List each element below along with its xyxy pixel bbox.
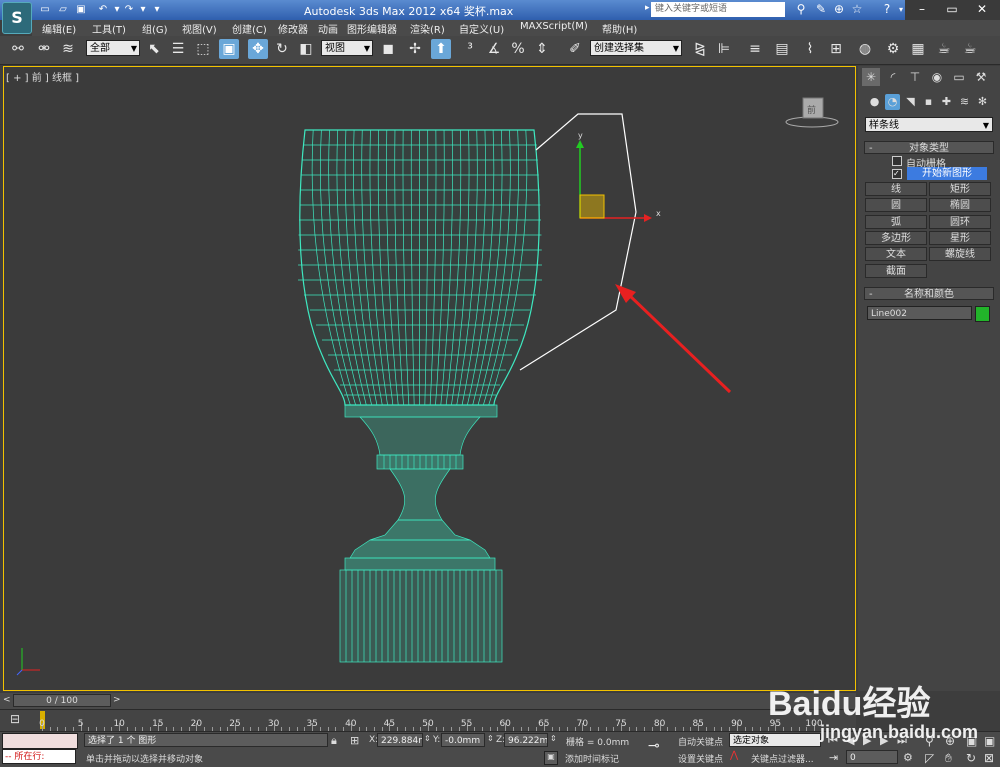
auto-key-button[interactable]: 自动关键点 <box>678 735 723 748</box>
time-slider-track[interactable] <box>0 693 856 709</box>
x-spinner-icon[interactable]: ⇕ <box>424 734 431 743</box>
helix-button[interactable]: 螺旋线 <box>929 247 991 261</box>
trackbar-tick-label: 0 <box>39 719 45 729</box>
add-time-tag[interactable]: 添加时间标记 <box>565 752 619 765</box>
trackbar-tick-label: 40 <box>345 719 357 729</box>
trackbar-tick-label: 25 <box>229 719 241 729</box>
transform-mode-icon[interactable]: ⊞ <box>350 734 359 747</box>
maxscript-mini-listener[interactable]: -- 所在行: <box>2 749 76 764</box>
chevron-down-icon: ▼ <box>982 121 989 130</box>
trackbar-tick-label: 45 <box>383 719 396 729</box>
trackbar-tick-label: 20 <box>190 719 203 729</box>
viewcube-label: 前 <box>807 106 817 116</box>
key-mode-dropdown[interactable]: 选定对象 <box>729 733 821 747</box>
lights-icon[interactable]: ◥ <box>903 94 918 110</box>
trackbar-tick-label: 55 <box>460 719 473 729</box>
field-of-view-icon[interactable]: ◸ <box>925 751 934 765</box>
trackbar-tick-label: 50 <box>422 719 434 729</box>
ellipse-button[interactable]: 椭圆 <box>929 198 991 212</box>
trackbar-tick-label: 85 <box>692 719 704 729</box>
trackbar-ticks: 0 5 10 15 20 25 30 35 40 45 50 55 60 65 70 75 80 85 90 95 10… <box>0 709 856 731</box>
trackbar-tick-label: 65 <box>538 719 550 729</box>
y-spinner-icon[interactable]: ⇕ <box>487 734 494 743</box>
helpers-icon[interactable]: ✚ <box>939 94 954 110</box>
section-button[interactable]: 截面 <box>865 264 927 278</box>
key-mode-icon[interactable]: ⇥ <box>829 751 838 764</box>
y-coordinate-field[interactable]: -0.0mm <box>441 733 485 747</box>
display-tab-icon[interactable]: ▭ <box>950 68 968 86</box>
donut-button[interactable]: 圆环 <box>929 215 991 229</box>
object-name-input[interactable]: Line002 <box>867 306 972 320</box>
time-slider-thumb[interactable]: 0 / 100 <box>13 694 111 707</box>
hierarchy-tab-icon[interactable]: ⊤ <box>906 68 924 86</box>
create-tab-icon[interactable]: ✳ <box>862 68 880 86</box>
set-key-curve-icon[interactable]: ⋀ <box>730 750 744 764</box>
trackbar-tick-label: 60 <box>499 719 511 729</box>
selection-info: 选择了 1 个 图形 <box>84 733 328 747</box>
circle-button[interactable]: 圆 <box>865 198 927 212</box>
modify-tab-icon[interactable]: ◜ <box>884 68 902 86</box>
svg-text:x: x <box>656 209 661 218</box>
y-label: Y: <box>433 735 441 745</box>
utilities-tab-icon[interactable]: ⚒ <box>972 68 990 86</box>
cameras-icon[interactable]: ▪ <box>921 94 936 110</box>
category-dropdown[interactable]: 样条线 ▼ <box>865 117 993 132</box>
current-frame-field[interactable]: 0 <box>846 750 898 764</box>
x-coordinate-field[interactable]: 229.884mr <box>377 733 423 747</box>
trackbar-tick-label: 30 <box>267 719 280 729</box>
time-tag-icon[interactable]: ▣ <box>544 751 558 765</box>
watermark-brand: Baidu经验 <box>768 685 931 723</box>
systems-icon[interactable]: ✻ <box>975 94 990 110</box>
chevron-right-icon[interactable]: > <box>113 695 121 707</box>
world-axis-tripod <box>16 648 40 676</box>
prompt-line: 单击并拖动以选择并移动对象 <box>86 755 204 765</box>
autogrid-checkbox[interactable] <box>892 156 902 166</box>
pan-hand-icon[interactable]: ✋︎ <box>945 751 952 766</box>
line-button[interactable]: 线 <box>865 182 927 196</box>
orbit-icon[interactable]: ↻ <box>966 751 976 765</box>
shapes-icon[interactable]: ◔ <box>885 94 900 110</box>
trackbar-tick-label: 35 <box>306 719 318 729</box>
maxscript-mini-listener-top[interactable] <box>2 733 78 749</box>
maximize-viewport-icon[interactable]: ⊠ <box>984 751 994 765</box>
viewport-drawing: y x <box>16 97 839 676</box>
chevron-left-icon[interactable]: < <box>3 695 11 707</box>
watermark-url: jingyan.baidu.com <box>820 722 979 742</box>
arc-button[interactable]: 弧 <box>865 215 927 229</box>
name-color-rollout-header[interactable]: - 名称和颜色 <box>864 287 994 300</box>
set-key-label: 设置关键点 <box>678 755 724 765</box>
time-configuration-icon[interactable]: ⚙ <box>903 751 913 764</box>
trackbar-tick-label: 70 <box>576 719 589 729</box>
svg-text:y: y <box>578 131 583 140</box>
z-spinner-icon[interactable]: ⇕ <box>550 734 557 743</box>
z-coordinate-field[interactable]: 96.222mm <box>504 733 548 747</box>
trackbar-tick-label: 5 <box>77 719 84 729</box>
ngon-button[interactable]: 多边形 <box>865 231 927 245</box>
star-button[interactable]: 星形 <box>929 231 991 245</box>
trackbar-tick-label: 75 <box>615 719 627 729</box>
object-type-rollout-header[interactable]: - 对象类型 <box>864 141 994 154</box>
rectangle-button[interactable]: 矩形 <box>929 182 991 196</box>
key-filters-button[interactable]: 关键点过滤器... <box>751 752 814 765</box>
start-new-shape-button[interactable]: 开始新图形 <box>907 167 987 180</box>
trackbar-tick-label: 90 <box>731 719 743 729</box>
text-button[interactable]: 文本 <box>865 247 927 261</box>
start-new-shape-checkbox[interactable]: ✓ <box>892 169 902 179</box>
move-gizmo[interactable]: y x <box>576 131 661 222</box>
annotation-arrow <box>615 284 732 394</box>
object-color-swatch[interactable] <box>975 306 990 322</box>
lock-selection-icon[interactable]: 🔒︎ <box>331 734 337 748</box>
trophy-stem-wireframe <box>339 404 503 663</box>
trackbar-tick-label: 80 <box>653 719 666 729</box>
space-warps-icon[interactable]: ≋ <box>957 94 972 110</box>
trophy-bowl-wireframe <box>298 129 542 406</box>
zoom-extents-all-icon[interactable]: ▣ <box>984 734 995 748</box>
trackbar-tick-label: 15 <box>152 719 164 729</box>
trackbar-tick-label: 10 <box>113 719 125 729</box>
key-icon[interactable]: ⊸ <box>648 738 672 756</box>
motion-tab-icon[interactable]: ◉ <box>928 68 946 86</box>
grid-spacing: 栅格 = 0.0mm <box>566 738 630 748</box>
geometry-icon[interactable]: ● <box>867 94 882 110</box>
